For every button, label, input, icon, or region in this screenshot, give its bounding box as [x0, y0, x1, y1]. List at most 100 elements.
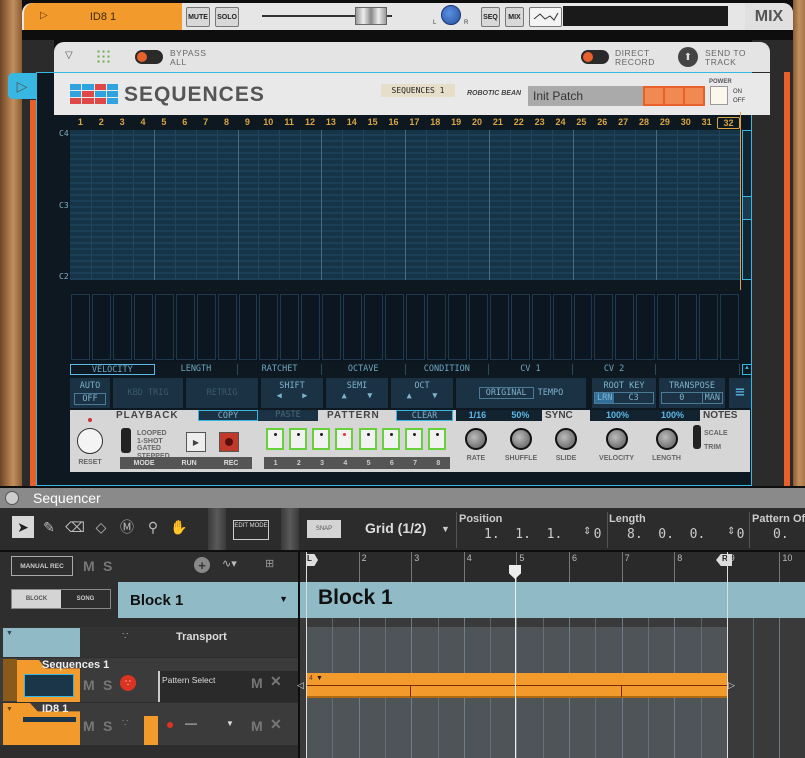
track-mute-button[interactable]: M [83, 718, 95, 734]
reset-button[interactable] [77, 428, 103, 454]
pattern-button[interactable] [404, 428, 423, 450]
step-number[interactable]: 26 [592, 117, 613, 129]
lane-step-bar[interactable] [615, 294, 635, 360]
step-number[interactable]: 25 [571, 117, 592, 129]
mix-button[interactable]: MIX [505, 7, 524, 27]
shuffle-knob[interactable] [510, 428, 532, 450]
step-number[interactable]: 5 [154, 117, 175, 129]
lane-step-bar[interactable] [301, 294, 321, 360]
pattern-button[interactable] [427, 428, 446, 450]
mode-option[interactable]: 1-SHOT [137, 438, 170, 446]
lane-dropdown-icon[interactable]: ▼ [226, 719, 234, 728]
lane-step-bar[interactable] [552, 294, 572, 360]
track-solo-button[interactable]: S [103, 677, 112, 693]
transpose-mode[interactable]: MAN [701, 393, 722, 403]
lane-step-bar[interactable] [468, 294, 488, 360]
solo-button[interactable]: SOLO [215, 7, 239, 27]
hand-tool-icon[interactable]: ✋ [168, 516, 190, 538]
patch-browse-button[interactable] [665, 88, 683, 104]
lane-value[interactable]: — [185, 716, 197, 730]
mode-option[interactable]: GATED [137, 445, 170, 453]
step-number[interactable]: 20 [467, 117, 488, 129]
automation-icon[interactable]: ∵ [122, 718, 128, 729]
run-button[interactable]: ▶ [186, 432, 206, 452]
block-select[interactable]: Block 1 ▼ [118, 582, 298, 618]
send-to-track-icon[interactable]: ⬆ [678, 47, 698, 67]
track-solo-button[interactable]: S [103, 718, 112, 734]
lane-step-bar[interactable] [343, 294, 363, 360]
sequencer-collapse-icon[interactable] [5, 491, 19, 505]
lane-step-bar[interactable] [112, 294, 132, 360]
volume-fader[interactable] [355, 7, 387, 25]
step-number[interactable]: 18 [425, 117, 446, 129]
snap-button[interactable]: SNAP [307, 520, 341, 538]
copy-button[interactable]: COPY [198, 410, 258, 421]
seq-button[interactable]: SEQ [481, 7, 500, 27]
pan-knob[interactable] [441, 5, 461, 25]
clip-resize-left-icon[interactable]: ◁ [297, 680, 304, 691]
lane-step-bar[interactable] [699, 294, 719, 360]
shift-left-icon[interactable]: ◀ [277, 391, 282, 401]
lane-tab[interactable]: CONDITION [406, 364, 490, 375]
pattern-button[interactable] [335, 428, 354, 450]
lane-tab[interactable] [656, 364, 740, 375]
lane-tab[interactable]: OCTAVE [322, 364, 406, 375]
grid-view-icon[interactable]: ⊞ [265, 557, 274, 570]
lane-step-bar[interactable] [489, 294, 509, 360]
rec-button[interactable] [219, 432, 239, 452]
position-spinner-icon[interactable]: ⇕ [583, 526, 591, 537]
retrig-button[interactable]: RETRIG [186, 378, 258, 408]
step-number[interactable]: 28 [634, 117, 655, 129]
automation-active-icon[interactable]: ∵ [120, 675, 136, 691]
master-solo-button[interactable]: S [103, 558, 112, 574]
step-number[interactable]: 11 [279, 117, 300, 129]
lane-step-bar[interactable] [594, 294, 614, 360]
edit-mode-button[interactable]: EDIT MODE [233, 520, 269, 540]
root-key-value[interactable]: C3 [614, 393, 653, 403]
lane-step-bar[interactable] [259, 294, 279, 360]
length-spinner-icon[interactable]: ⇕ [727, 526, 735, 537]
track-mute-button[interactable]: M [83, 677, 95, 693]
lane-step-bar[interactable] [217, 294, 237, 360]
paste-button[interactable]: PASTE [258, 410, 318, 421]
razor-tool-icon[interactable]: ◇ [90, 516, 112, 538]
lane-mute-button[interactable]: M [251, 675, 263, 691]
lane-step-bar[interactable] [385, 294, 404, 360]
original-button[interactable]: ORIGINAL [478, 387, 534, 399]
oct-up-icon[interactable]: ▲ [407, 391, 412, 401]
shift-right-icon[interactable]: ▶ [302, 391, 307, 401]
mode-switch[interactable] [121, 428, 131, 453]
auto-control[interactable]: AUTO OFF [70, 378, 110, 408]
step-number[interactable]: 30 [675, 117, 696, 129]
step-number[interactable]: 29 [655, 117, 676, 129]
step-number[interactable]: 9 [237, 117, 258, 129]
step-number[interactable]: 12 [300, 117, 321, 129]
step-number[interactable]: 32 [717, 117, 740, 129]
lane-step-bar[interactable] [678, 294, 698, 360]
patch-name-display[interactable]: Init Patch [528, 86, 644, 106]
step-number[interactable]: 17 [404, 117, 425, 129]
step-number[interactable]: 15 [362, 117, 383, 129]
lane-tab[interactable]: LENGTH [155, 364, 239, 375]
lane-tab[interactable]: CV 1 [489, 364, 573, 375]
lane-expand-icon[interactable]: ▲ [742, 364, 752, 375]
fold-icon[interactable]: ▽ [65, 50, 73, 61]
slide-knob[interactable] [555, 428, 578, 450]
step-number[interactable]: 7 [195, 117, 216, 129]
mix-tab[interactable]: MIX [745, 3, 793, 30]
oct-down-icon[interactable]: ▼ [432, 391, 437, 401]
kbd-trig-button[interactable]: KBD TRIG [113, 378, 183, 408]
lane-step-bar[interactable] [531, 294, 551, 360]
grid-select[interactable]: Grid (1/2) [365, 520, 426, 536]
step-number[interactable]: 8 [216, 117, 237, 129]
velocity-knob[interactable] [605, 428, 628, 450]
pattern-button[interactable] [312, 428, 331, 450]
step-number[interactable]: 21 [488, 117, 509, 129]
lane-step-bar[interactable] [322, 294, 342, 360]
step-number[interactable]: 13 [321, 117, 342, 129]
lane-delete-icon[interactable]: ✕ [270, 716, 282, 733]
lane-step-bar[interactable] [196, 294, 216, 360]
root-key-learn[interactable]: LRN [595, 393, 615, 403]
step-number[interactable]: 1 [70, 117, 91, 129]
manual-rec-button[interactable]: MANUAL REC [11, 556, 73, 576]
